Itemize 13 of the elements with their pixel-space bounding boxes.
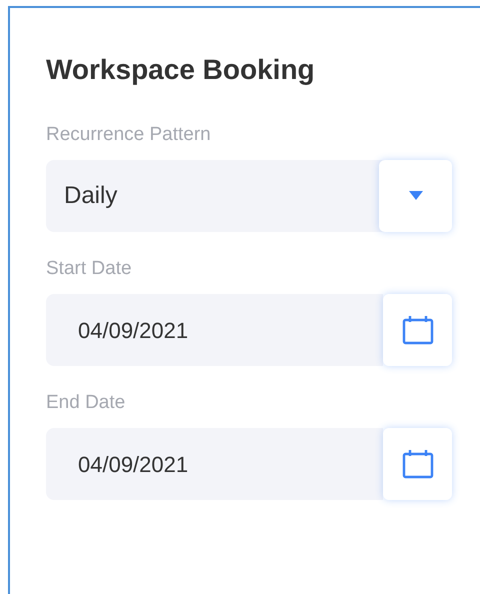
- calendar-icon: [402, 448, 434, 480]
- field-label: Start Date: [46, 257, 133, 281]
- field-label: Recurrence Pattern: [46, 123, 212, 147]
- caret-icon: [408, 191, 422, 201]
- date-field[interactable]: 04/09/2021: [46, 428, 383, 500]
- field-label: End Date: [46, 391, 126, 415]
- select-value: Daily: [63, 181, 118, 211]
- date-field[interactable]: 04/09/2021: [46, 294, 383, 366]
- calendar-button[interactable]: [383, 428, 452, 500]
- calendar-button[interactable]: [383, 294, 452, 366]
- form-title: Workspace Booking: [46, 53, 316, 87]
- recurrence-select[interactable]: Daily: [46, 160, 452, 232]
- calendar-icon: [402, 314, 434, 346]
